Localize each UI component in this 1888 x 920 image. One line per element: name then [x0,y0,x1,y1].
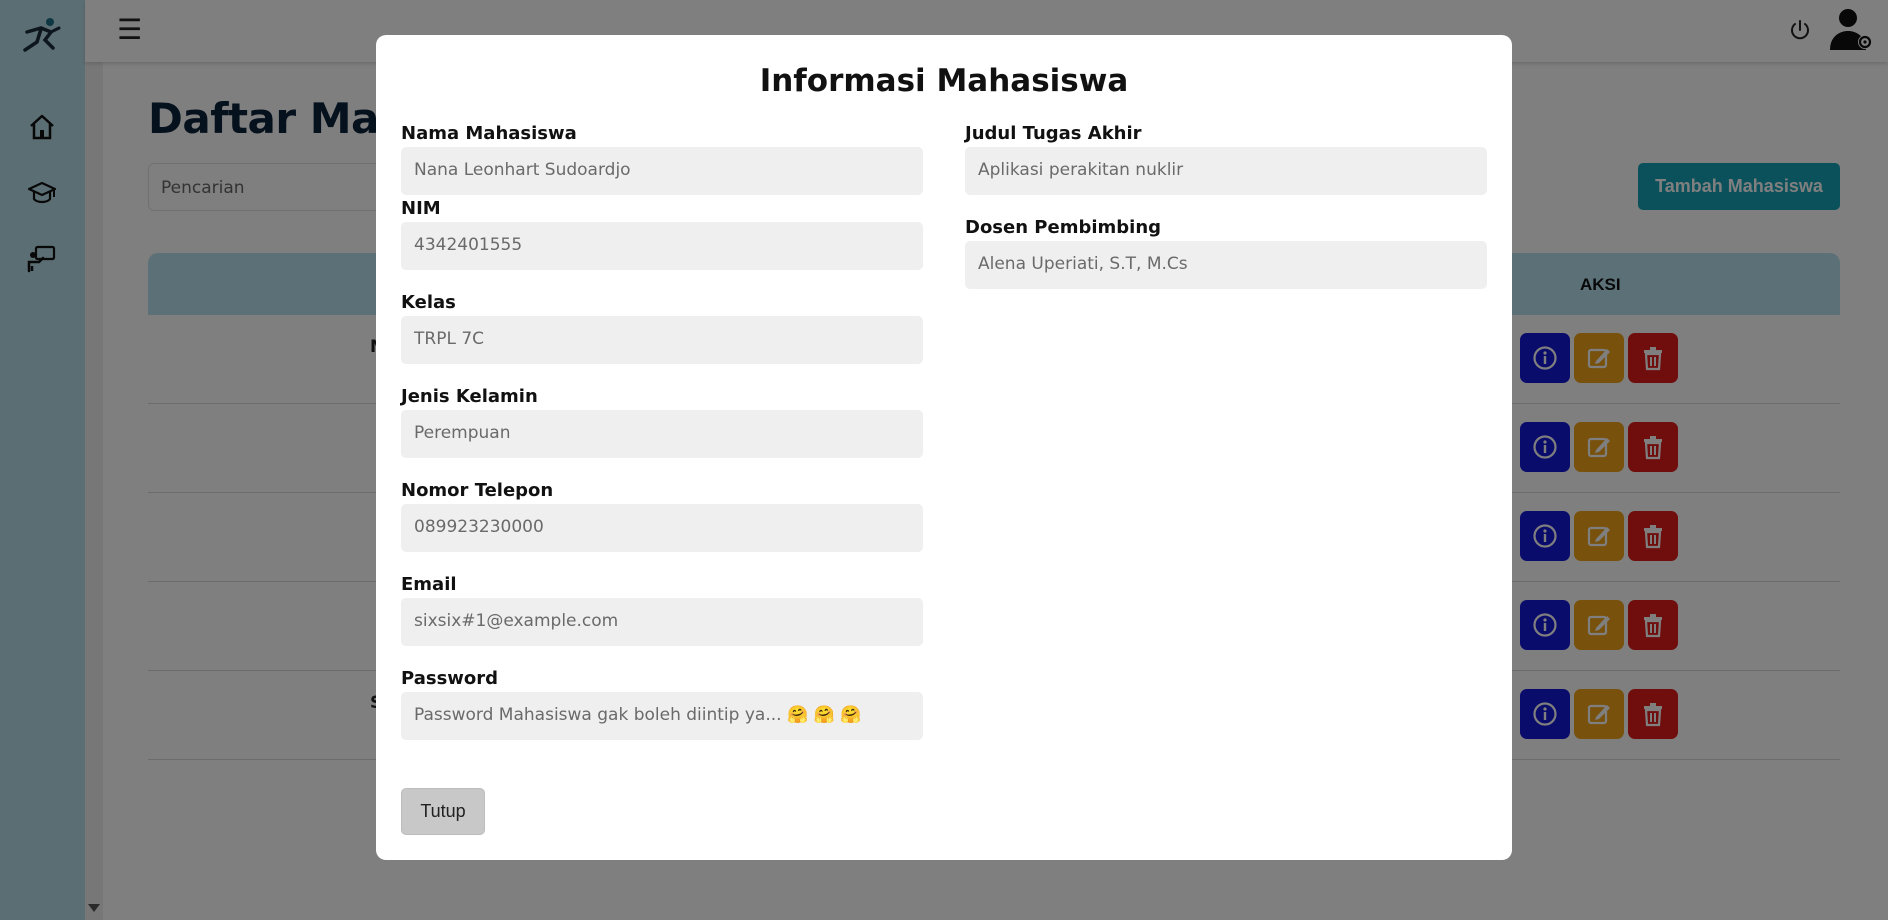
field-phone: Nomor Telepon 089923230000 [401,480,923,552]
student-name-field[interactable]: Nana Leonhart Sudoardjo [401,147,923,195]
field-student-name: Nama Mahasiswa Nana Leonhart Sudoardjo [401,123,923,195]
phone-field[interactable]: 089923230000 [401,504,923,552]
nim-field[interactable]: 4342401555 [401,222,923,270]
field-label: Email [401,574,457,595]
gender-field[interactable]: Perempuan [401,410,923,458]
field-class: Kelas TRPL 7C [401,292,923,364]
field-email: Email sixsix#1@example.com [401,574,923,646]
class-field[interactable]: TRPL 7C [401,316,923,364]
supervisor-field[interactable]: Alena Uperiati, S.T, M.Cs [965,241,1487,289]
field-label: Jenis Kelamin [401,386,538,407]
modal-title: Informasi Mahasiswa [759,63,1129,99]
field-label: Password [401,668,499,689]
field-gender: Jenis Kelamin Perempuan [401,386,923,458]
email-field[interactable]: sixsix#1@example.com [401,598,923,646]
field-password: Password Password Mahasiswa gak boleh di… [401,668,923,740]
close-button[interactable]: Tutup [401,788,485,835]
thesis-title-field[interactable]: Aplikasi perakitan nuklir [965,147,1487,195]
password-field[interactable]: Password Mahasiswa gak boleh diintip ya.… [401,692,923,740]
field-label: Judul Tugas Akhir [965,123,1142,144]
field-label: Kelas [401,292,456,313]
field-label: Nomor Telepon [401,480,554,501]
field-nim: NIM 4342401555 [401,198,923,270]
field-label: Dosen Pembimbing [965,217,1162,238]
field-label: NIM [401,198,441,219]
field-label: Nama Mahasiswa [401,123,577,144]
student-info-modal: Informasi Mahasiswa Nama Mahasiswa Nana … [376,35,1512,860]
field-supervisor: Dosen Pembimbing Alena Uperiati, S.T, M.… [965,217,1487,289]
field-thesis-title: Judul Tugas Akhir Aplikasi perakitan nuk… [965,123,1487,195]
